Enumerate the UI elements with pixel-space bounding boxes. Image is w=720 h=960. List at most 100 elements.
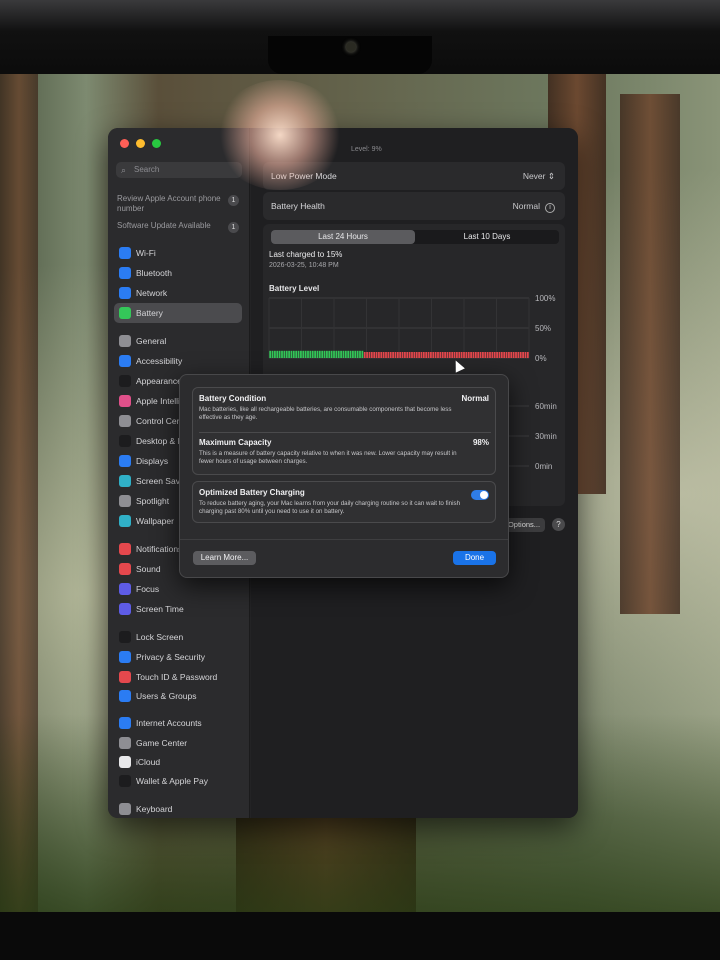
battery-level-bar (382, 352, 385, 358)
sidebar-item-bluetooth[interactable]: Bluetooth (114, 263, 242, 283)
battery-level-bar (363, 352, 366, 358)
battery-level-bar (380, 352, 383, 358)
close-window-button[interactable] (120, 139, 129, 148)
sidebar-item-accessibility[interactable]: Accessibility (114, 351, 242, 371)
battery-level-bar (288, 350, 290, 358)
usage-axis-tick: 30min (535, 432, 557, 441)
learn-more-button[interactable]: Learn More... (193, 551, 256, 565)
battery-icon (119, 307, 131, 319)
battery-level-bar (465, 352, 468, 358)
sidebar-item-battery[interactable]: Battery (114, 303, 242, 323)
sidebar-item-icloud[interactable]: iCloud (114, 752, 242, 772)
info-icon[interactable]: i (545, 203, 555, 213)
done-button[interactable]: Done (453, 551, 496, 565)
battery-level-bar (387, 352, 390, 358)
battery-level-bar (354, 350, 357, 358)
sidebar-item-wallet-apple-pay[interactable]: Wallet & Apple Pay (114, 771, 242, 791)
focus-icon (119, 583, 131, 595)
battery-level-bar (470, 352, 472, 358)
battery-level-bar (399, 352, 402, 358)
battery-level-bar (392, 352, 394, 358)
battery-level-bar (484, 352, 487, 358)
battery-level-bar (314, 350, 316, 358)
battery-level-bar (425, 352, 428, 358)
battery-info-group: Battery Condition Normal Mac batteries, … (192, 387, 496, 475)
battery-level-bar (389, 352, 392, 358)
battery-level-bar (300, 350, 302, 358)
sidebar-item-label: Lock Screen (136, 632, 184, 642)
sidebar-item-general[interactable]: General (114, 331, 242, 351)
optimized-charging-toggle[interactable] (471, 490, 489, 500)
notice-label: Review Apple Account phone number (117, 194, 221, 213)
level-axis-tick: 0% (535, 354, 547, 363)
lock-icon (119, 631, 131, 643)
low-power-mode-select[interactable]: Never ⇕ (523, 162, 555, 190)
apple-intelligence-icon (119, 395, 131, 407)
minimize-window-button[interactable] (136, 139, 145, 148)
sound-icon (119, 563, 131, 575)
battery-level-bar (477, 352, 480, 358)
wallet-icon (119, 775, 131, 787)
sidebar-item-keyboard[interactable]: Keyboard (114, 799, 242, 818)
control-centre-icon (119, 415, 131, 427)
globe-icon (119, 287, 131, 299)
sidebar-item-privacy-security[interactable]: Privacy & Security (114, 647, 242, 667)
sidebar-item-users-groups[interactable]: Users & Groups (114, 686, 242, 706)
battery-level-bar (522, 352, 524, 358)
battery-level-bar (368, 352, 371, 358)
cloud-icon (119, 756, 131, 768)
battery-level-bar (330, 350, 333, 358)
battery-level-bar (311, 350, 314, 358)
wifi-icon (119, 247, 131, 259)
chevron-updown-icon: ⇕ (547, 171, 555, 181)
options-button[interactable]: Options... (503, 518, 545, 532)
battery-level-bar (411, 352, 413, 358)
battery-level-bar (318, 350, 321, 358)
battery-level-bar (408, 352, 411, 358)
search-input[interactable]: ⌕ Search (116, 162, 242, 178)
battery-level-bar (396, 352, 399, 358)
sidebar-item-network[interactable]: Network (114, 283, 242, 303)
battery-level-bar (347, 350, 350, 358)
battery-level-bar (448, 352, 451, 358)
gear-icon (119, 335, 131, 347)
sidebar-item-label: Screen Time (136, 604, 184, 614)
battery-level-bar (271, 350, 274, 358)
sidebar-item-lock-screen[interactable]: Lock Screen (114, 627, 242, 647)
sidebar-item-label: Focus (136, 584, 160, 594)
sidebar-item-wi-fi[interactable]: Wi-Fi (114, 243, 242, 263)
battery-level-bar (316, 350, 319, 358)
account-notice[interactable]: Review Apple Account phone number 1 (117, 194, 243, 214)
battery-level-bar (472, 352, 475, 358)
sidebar-item-internet-accounts[interactable]: Internet Accounts (114, 713, 242, 733)
battery-level-bar (361, 350, 364, 358)
sidebar-item-screen-time[interactable]: Screen Time (114, 599, 242, 619)
battery-level-bar (508, 352, 510, 358)
wallpaper-icon (119, 515, 131, 527)
battery-level-bar (517, 352, 520, 358)
battery-level-bar (278, 350, 281, 358)
battery-level-bar (441, 352, 444, 358)
sidebar-item-touch-id-password[interactable]: Touch ID & Password (114, 667, 242, 687)
sidebar-item-label: Game Center (136, 738, 188, 748)
software-update-notice[interactable]: Software Update Available 1 (117, 221, 243, 233)
battery-level-bar (375, 352, 378, 358)
sidebar-item-label: Users & Groups (136, 691, 197, 701)
battery-level-bar (503, 352, 506, 358)
appearance-icon (119, 375, 131, 387)
notice-badge: 1 (228, 195, 239, 206)
zoom-window-button[interactable] (152, 139, 161, 148)
sidebar-item-label: Keyboard (136, 804, 173, 814)
battery-level-bar (304, 350, 307, 358)
battery-level-bar (337, 350, 340, 358)
battery-level-bar (356, 350, 359, 358)
sidebar-item-label: Battery (136, 308, 163, 318)
optimized-charging-title: Optimized Battery Charging (199, 488, 305, 497)
camera-flash-glare (215, 80, 345, 190)
sidebar-item-game-center[interactable]: Game Center (114, 733, 242, 753)
battery-level-bar (482, 352, 484, 358)
display-icon (119, 455, 131, 467)
help-button[interactable]: ? (552, 518, 565, 531)
sidebar-item-focus[interactable]: Focus (114, 579, 242, 599)
battery-level-bar (413, 352, 416, 358)
